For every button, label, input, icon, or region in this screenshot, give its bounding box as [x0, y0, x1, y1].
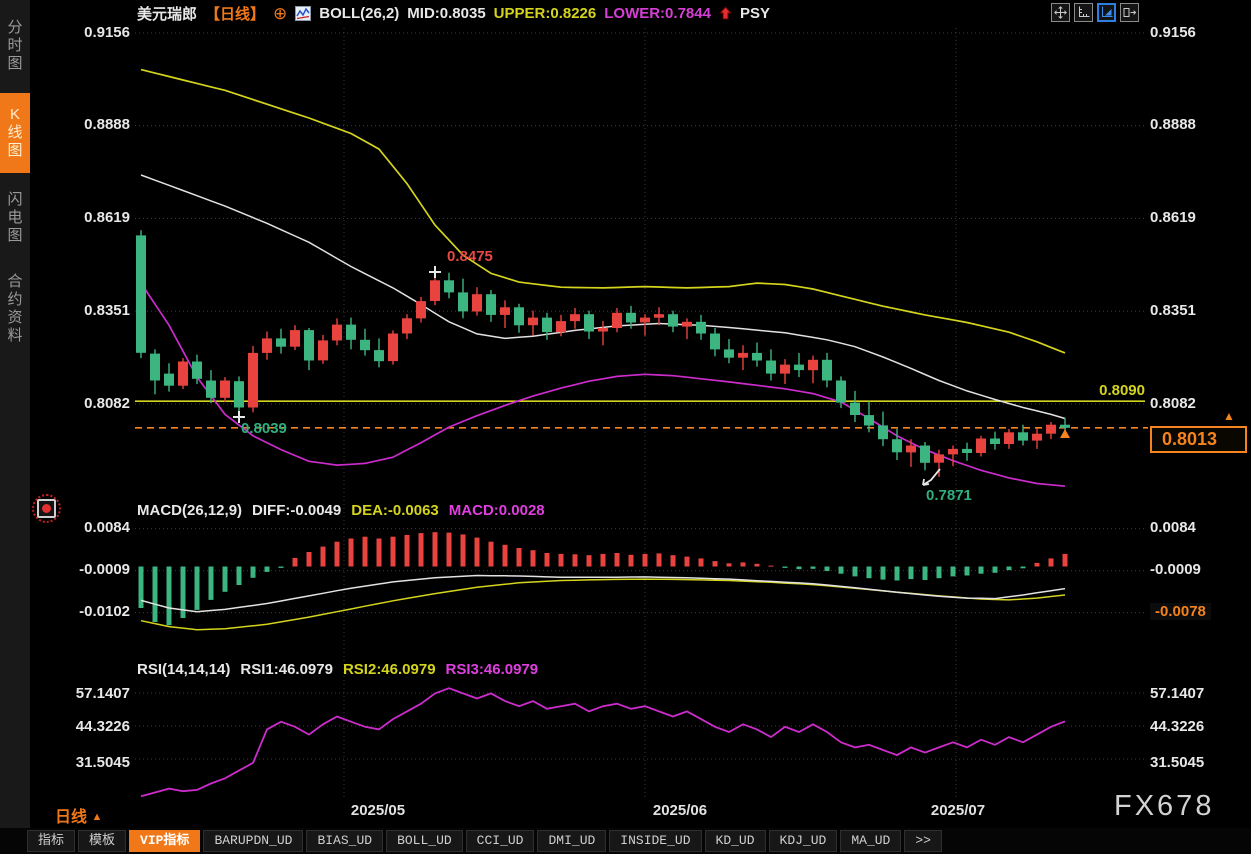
main-axis-left-label: 0.8888 [40, 116, 130, 133]
sidebar-item-time-chart[interactable]: 分时图 [0, 14, 30, 78]
macd-diff-value: DIFF:-0.0049 [252, 502, 341, 519]
chart-play-icon[interactable] [1097, 3, 1116, 22]
tab-barupdn_ud[interactable]: BARUPDN_UD [203, 830, 303, 852]
macd-current-axis-label: -0.0078 [1150, 603, 1211, 620]
chart-markers [233, 266, 1070, 485]
tab-ma_ud[interactable]: MA_UD [840, 830, 901, 852]
macd-macd-value: MACD:0.0028 [449, 502, 545, 519]
macd-axis-left-label: 0.0084 [40, 519, 130, 536]
expand-plus-icon[interactable]: ⊕ [273, 5, 287, 22]
sidebar-item-label: 合约资料 [7, 273, 23, 345]
app-root: 分时图 K线图闪电图合约资料 美元瑞郎 【日线】 ⊕ BOLL(26,2) MID… [0, 0, 1251, 854]
main-axis-right-label: 0.8619 [1150, 209, 1196, 226]
rsi-axis-left-label: 31.5045 [40, 754, 130, 771]
up-arrow-icon [719, 6, 732, 21]
main-axis-right-label: 0.9156 [1150, 24, 1196, 41]
rsi-axis-right-label: 44.3226 [1150, 718, 1204, 735]
rsi2-value: RSI2:46.0979 [343, 661, 436, 678]
rsi-line [141, 688, 1065, 796]
tab--[interactable]: 指标 [27, 830, 75, 852]
rsi-axis-left-label: 44.3226 [40, 718, 130, 735]
period-selector[interactable]: 日线 ▲ [55, 803, 102, 827]
rsi-panel-header: RSI(14,14,14) RSI1:46.0979 RSI2:46.0979 … [137, 661, 538, 678]
sidebar-item-label: K线图 [7, 106, 23, 160]
april-low-label: 0.8039 [241, 420, 287, 437]
tab-boll_ud[interactable]: BOLL_UD [386, 830, 463, 852]
price-up-arrow-icon: ▲ [1223, 409, 1235, 423]
move-crosshair-icon[interactable] [1051, 3, 1070, 22]
x-axis-date-label: 2025/07 [913, 802, 1003, 819]
symbol-name: 美元瑞郎 [137, 3, 197, 24]
x-axis-date-label: 2025/05 [333, 802, 423, 819]
main-axis-right-label: 0.8888 [1150, 116, 1196, 133]
sidebar-item-label: 闪电图 [7, 191, 23, 245]
boll-lower-value: LOWER:0.7844 [604, 5, 711, 22]
period-tag: 【日线】 [205, 3, 265, 24]
main-axis-right-label: 0.8351 [1150, 302, 1196, 319]
macd-axis-right-label: -0.0009 [1150, 561, 1201, 578]
macd-axis-right-label: 0.0084 [1150, 519, 1196, 536]
macd-plot [139, 532, 1068, 630]
left-sidebar: 分时图 K线图闪电图合约资料 [0, 0, 30, 828]
sidebar-item-kline-chart[interactable]: K线图 [0, 93, 30, 173]
collapse-panel-icon[interactable] [1120, 3, 1139, 22]
main-axis-left-label: 0.9156 [40, 24, 130, 41]
tab-kd_ud[interactable]: KD_UD [705, 830, 766, 852]
macd-dea-value: DEA:-0.0063 [351, 502, 439, 519]
rsi1-value: RSI1:46.0979 [240, 661, 333, 678]
alert-line-label: 0.8090 [1075, 382, 1145, 399]
main-axis-left-label: 0.8619 [40, 209, 130, 226]
july-low-label: 0.7871 [926, 487, 972, 504]
main-axis-left-label: 0.8351 [40, 302, 130, 319]
sidebar-item-flash-chart[interactable]: 闪电图 [0, 186, 30, 250]
candlestick-mini-icon [295, 6, 311, 21]
price-lines [135, 401, 1148, 428]
rsi-title: RSI(14,14,14) [137, 661, 230, 678]
macd-panel-header: MACD(26,12,9) DIFF:-0.0049 DEA:-0.0063 M… [137, 502, 545, 519]
rsi-axis-right-label: 31.5045 [1150, 754, 1204, 771]
alarm-record-icon [37, 499, 56, 518]
chart-canvas[interactable] [0, 0, 1251, 854]
rsi-axis-left-label: 57.1407 [40, 685, 130, 702]
macd-axis-left-label: -0.0009 [40, 561, 130, 578]
chart-header: 美元瑞郎 【日线】 ⊕ BOLL(26,2) MID:0.8035 UPPER:… [137, 2, 770, 24]
period-selector-label: 日线 [55, 809, 87, 826]
macd-title: MACD(26,12,9) [137, 502, 242, 519]
tab-bias_ud[interactable]: BIAS_UD [306, 830, 383, 852]
tab-cci_ud[interactable]: CCI_UD [466, 830, 535, 852]
tab->>[interactable]: >> [904, 830, 942, 852]
sidebar-item-contract-info[interactable]: 合约资料 [0, 268, 30, 350]
macd-axis-left-label: -0.0102 [40, 603, 130, 620]
boll-upper-value: UPPER:0.8226 [494, 5, 597, 22]
rsi-axis-right-label: 57.1407 [1150, 685, 1204, 702]
tab-dmi_ud[interactable]: DMI_UD [537, 830, 606, 852]
candles [136, 230, 1070, 477]
last-price-box: 0.8013 [1150, 426, 1247, 453]
boll-label: BOLL(26,2) [319, 5, 399, 22]
high-price-label: 0.8475 [447, 248, 493, 265]
psy-label: PSY [740, 5, 770, 22]
tab-inside_ud[interactable]: INSIDE_UD [609, 830, 701, 852]
main-axis-right-label: 0.8082 [1150, 395, 1196, 412]
gridlines [135, 28, 1145, 798]
indicator-tabbar: 指标模板VIP指标BARUPDN_UDBIAS_UDBOLL_UDCCI_UDD… [0, 828, 1251, 854]
period-dropdown-arrow-icon: ▲ [91, 811, 102, 823]
chart-toolbar [1051, 3, 1139, 22]
sidebar-item-label: 分时图 [7, 19, 23, 73]
rsi3-value: RSI3:46.0979 [446, 661, 539, 678]
boll-mid-value: MID:0.8035 [407, 5, 485, 22]
tab-vip-[interactable]: VIP指标 [129, 830, 200, 852]
tab--[interactable]: 模板 [78, 830, 126, 852]
axis-scale-icon[interactable] [1074, 3, 1093, 22]
x-axis-date-label: 2025/06 [635, 802, 725, 819]
tab-kdj_ud[interactable]: KDJ_UD [769, 830, 838, 852]
main-axis-left-label: 0.8082 [40, 395, 130, 412]
watermark: FX678 [1114, 790, 1214, 823]
